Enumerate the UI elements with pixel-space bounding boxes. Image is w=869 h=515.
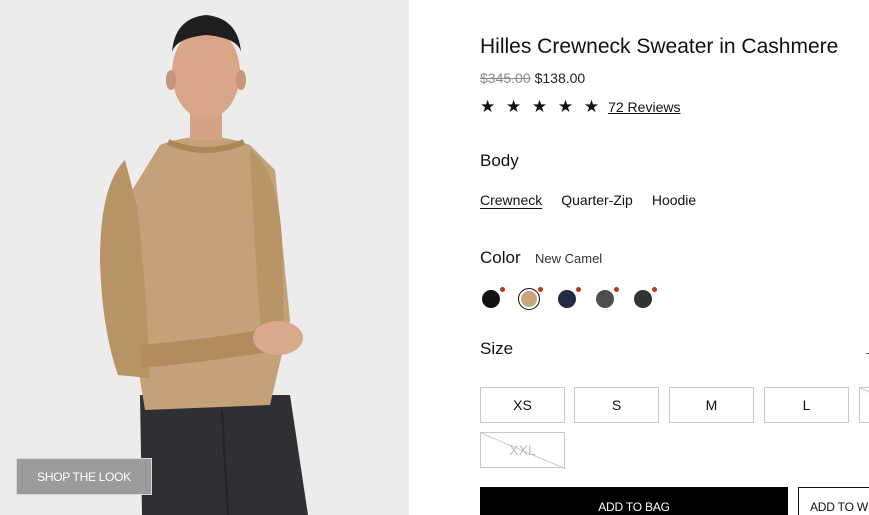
body-options: Crewneck Quarter-Zip Hoodie: [480, 192, 696, 208]
add-to-wishlist-button[interactable]: ADD TO WI: [798, 487, 869, 515]
color-label: Color: [480, 248, 521, 267]
color-swatch-item[interactable]: [518, 287, 556, 311]
swatch-indicator-dot: [614, 287, 619, 292]
size-options: XS S M L XXL: [480, 387, 869, 477]
size-l-button[interactable]: L: [764, 387, 849, 423]
add-to-bag-button[interactable]: ADD TO BAG: [480, 487, 788, 515]
size-xl-button[interactable]: [859, 387, 869, 423]
product-title: Hilles Crewneck Sweater in Cashmere: [480, 35, 839, 58]
size-xxl-button[interactable]: XXL: [480, 432, 566, 469]
size-s-button[interactable]: S: [574, 387, 659, 423]
unavailable-strike-icon: [860, 388, 869, 393]
price: $345.00 $138.00: [480, 70, 585, 86]
size-xs-button[interactable]: XS: [480, 387, 565, 423]
rating: ★ ★ ★ ★ ★ 72 Reviews: [480, 97, 680, 117]
swatch-indicator-dot: [500, 287, 505, 292]
sale-price: $138.00: [534, 70, 586, 86]
size-m-button[interactable]: M: [669, 387, 754, 423]
swatch-indicator-dot: [538, 287, 543, 292]
selected-color-name: New Camel: [535, 251, 603, 266]
body-label: Body: [480, 151, 519, 170]
star-rating-icon: ★ ★ ★ ★ ★: [480, 97, 603, 116]
body-option-quarter-zip[interactable]: Quarter-Zip: [561, 192, 633, 208]
color-swatch[interactable]: [596, 290, 614, 308]
swatch-indicator-dot: [576, 287, 581, 292]
color-swatch-item[interactable]: [594, 287, 632, 311]
product-image[interactable]: SHOP THE LOOK: [0, 0, 409, 515]
body-option-crewneck[interactable]: Crewneck: [480, 192, 542, 208]
color-swatch-item[interactable]: [632, 287, 670, 311]
color-swatch[interactable]: [482, 290, 500, 308]
reviews-link[interactable]: 72 Reviews: [608, 99, 680, 115]
color-swatch[interactable]: [558, 290, 576, 308]
color-swatch[interactable]: [518, 288, 540, 310]
swatch-indicator-dot: [652, 287, 657, 292]
size-label: Size: [480, 339, 514, 358]
model-illustration: [0, 0, 409, 515]
color-swatch-item[interactable]: [556, 287, 594, 311]
color-swatches: [480, 287, 670, 311]
color-swatch[interactable]: [634, 290, 652, 308]
body-option-hoodie[interactable]: Hoodie: [652, 192, 696, 208]
color-swatch-item[interactable]: [480, 287, 518, 311]
size-xxl-label: XXL: [509, 442, 536, 458]
shop-the-look-button[interactable]: SHOP THE LOOK: [16, 458, 152, 495]
original-price: $345.00: [480, 70, 531, 86]
